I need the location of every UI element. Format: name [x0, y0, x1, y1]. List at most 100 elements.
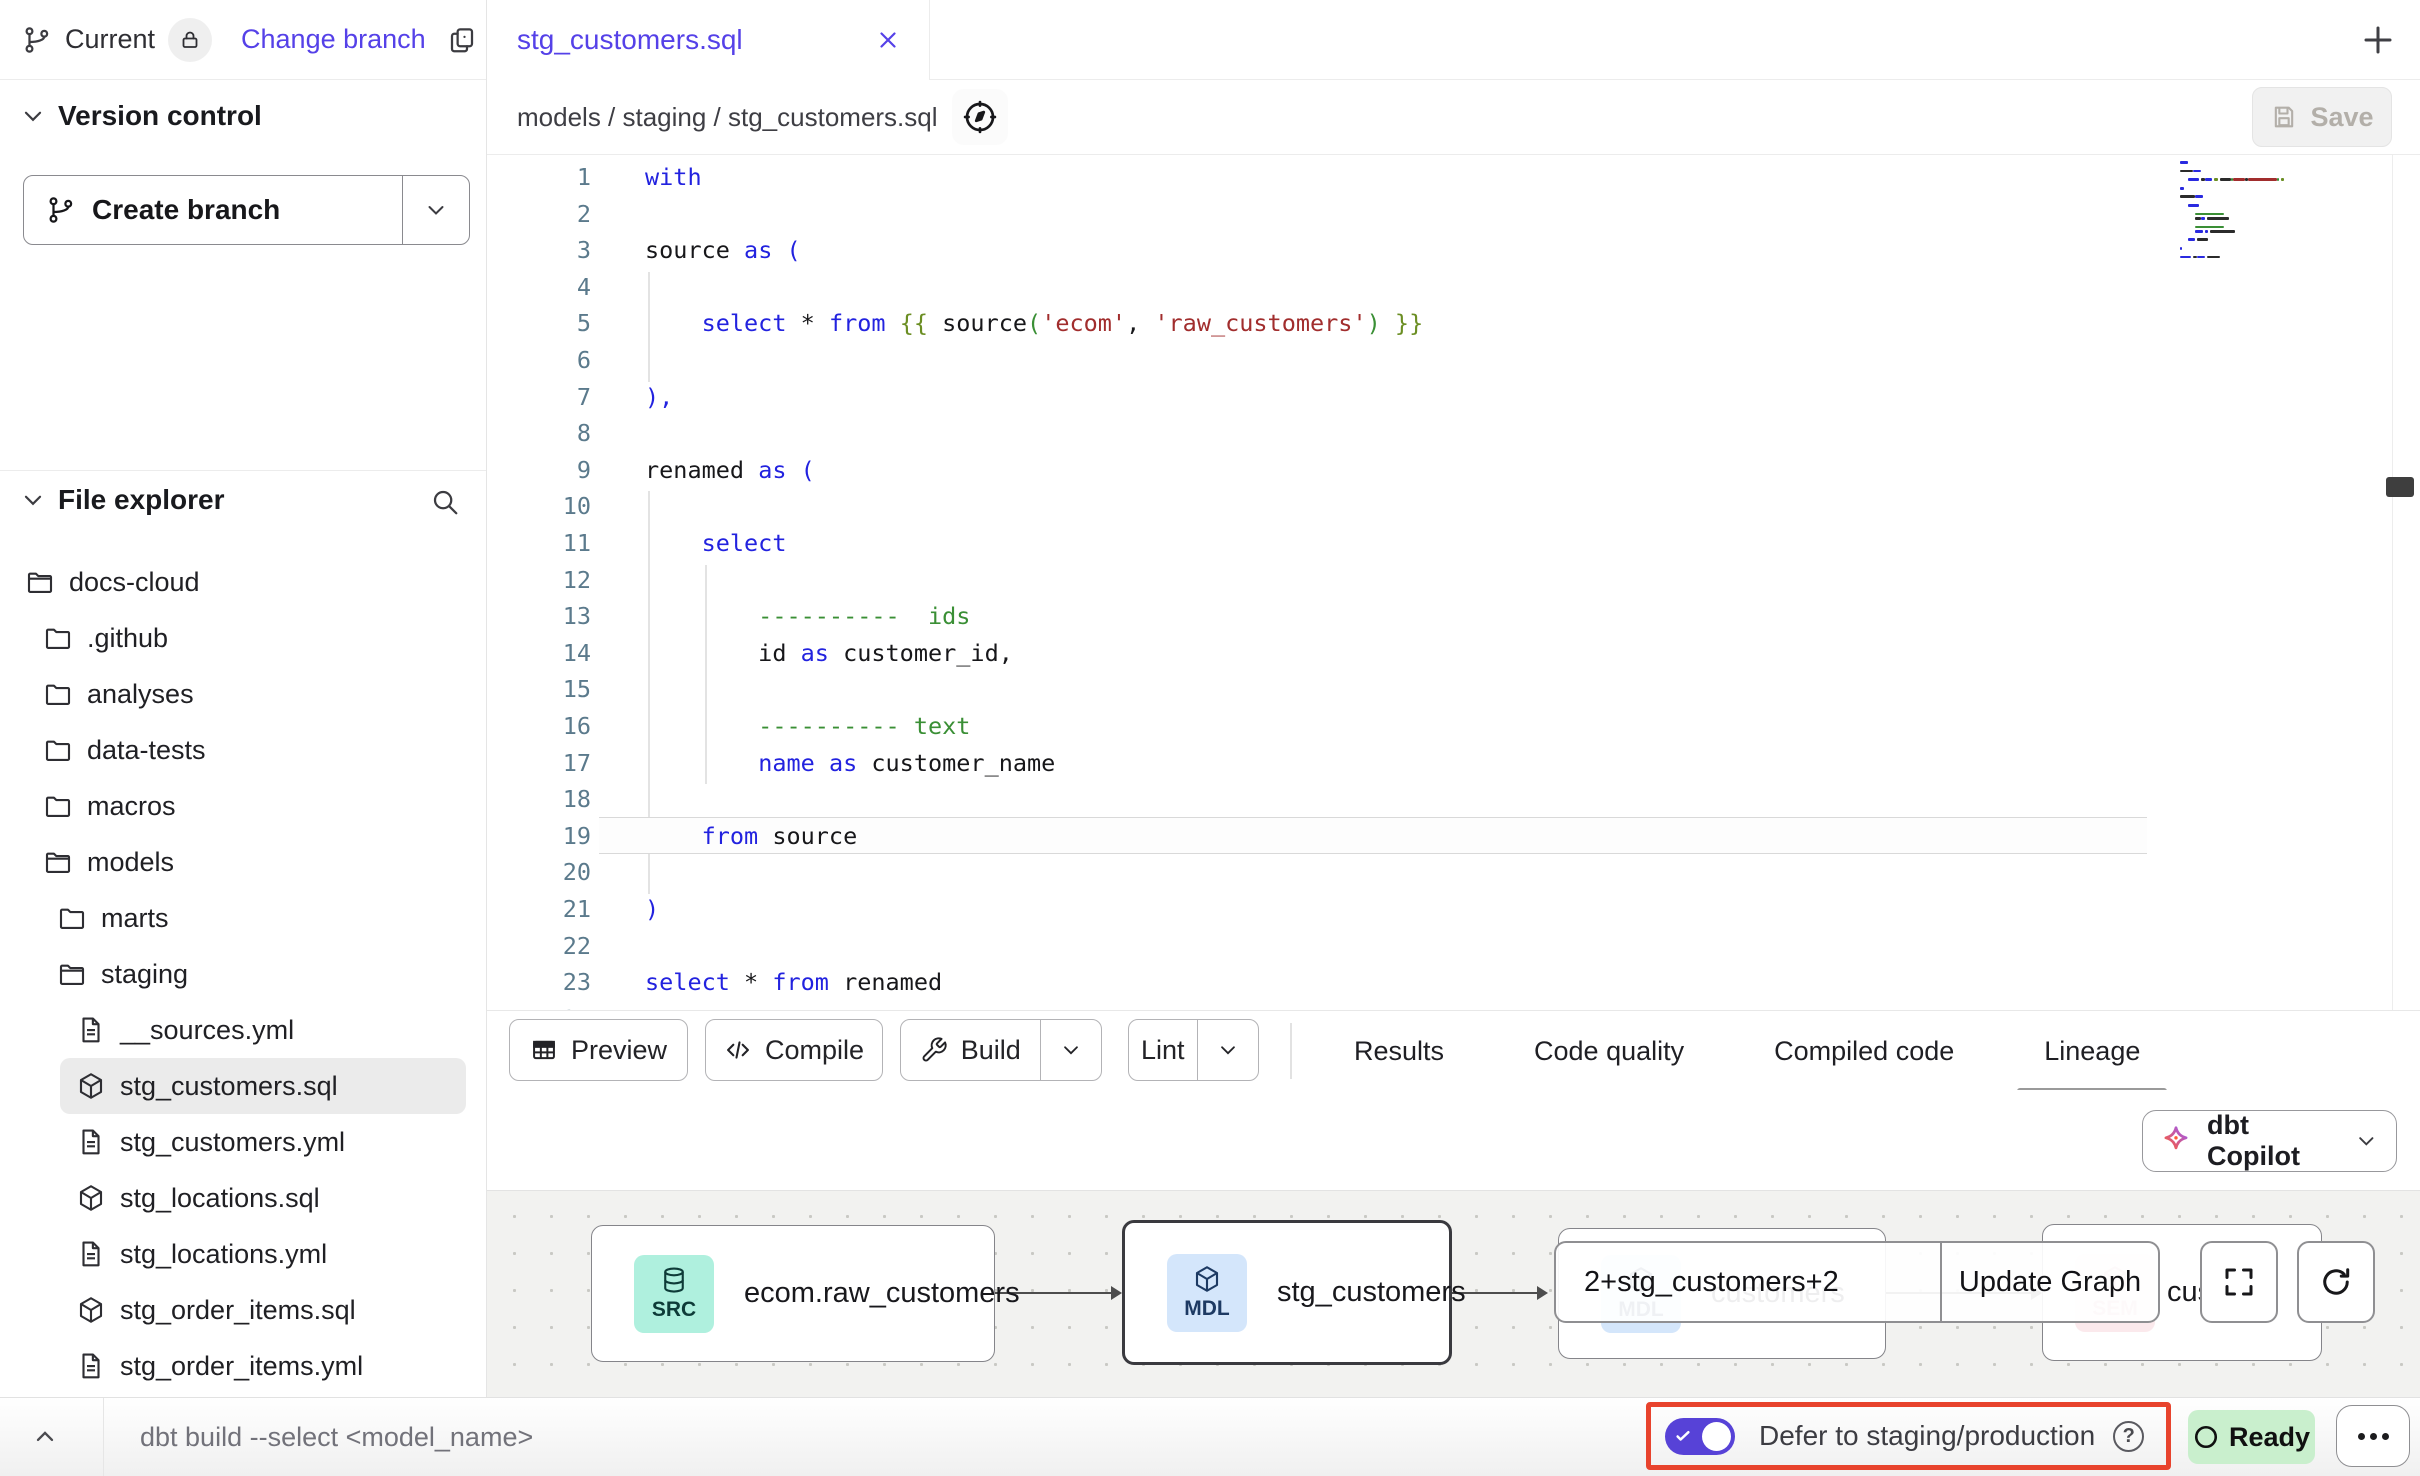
file-item[interactable]: docs-cloud [0, 554, 486, 610]
result-tabs: Results Code quality Compiled code Lineage [1307, 1011, 2167, 1091]
fullscreen-button[interactable] [2200, 1241, 2278, 1323]
code-line[interactable]: 24 [487, 1001, 2420, 1010]
code-line[interactable]: 19 from source [487, 818, 2420, 855]
lint-dropdown[interactable] [1198, 1020, 1258, 1080]
file-item[interactable]: stg_locations.sql [0, 1170, 486, 1226]
folder-icon [43, 623, 73, 653]
code-line[interactable]: 22 [487, 928, 2420, 965]
file-item-label: stg_customers.yml [120, 1127, 345, 1158]
close-icon[interactable] [875, 27, 901, 53]
code-line[interactable]: 11 select [487, 525, 2420, 562]
create-branch-dropdown[interactable] [403, 176, 469, 244]
file-item[interactable]: .github [0, 610, 486, 666]
code-line[interactable]: 20 [487, 854, 2420, 891]
code-line[interactable]: 4 [487, 269, 2420, 306]
search-icon[interactable] [430, 487, 460, 517]
code-line[interactable]: 13 ---------- ids [487, 598, 2420, 635]
line-number: 13 [487, 598, 591, 635]
file-item-label: stg_order_items.yml [120, 1351, 363, 1382]
code-line[interactable]: 8 [487, 415, 2420, 452]
lineage-selector-input[interactable]: 2+stg_customers+2 [1556, 1243, 1940, 1321]
code-line[interactable]: 21) [487, 891, 2420, 928]
code-line[interactable]: 9renamed as ( [487, 452, 2420, 489]
code-line[interactable]: 15 [487, 671, 2420, 708]
minimap-line [2180, 195, 2195, 198]
defer-toggle[interactable] [1665, 1418, 1735, 1455]
minimap-line [2220, 178, 2231, 181]
code-line[interactable]: 16 ---------- text [487, 708, 2420, 745]
minimap[interactable] [2176, 161, 2308, 271]
file-item[interactable]: marts [0, 890, 486, 946]
ide-status-button[interactable] [952, 89, 1008, 145]
file-item[interactable]: analyses [0, 666, 486, 722]
change-branch-link[interactable]: Change branch [241, 24, 426, 55]
help-icon[interactable]: ? [2113, 1421, 2144, 1452]
code-line[interactable]: 3source as ( [487, 232, 2420, 269]
refresh-button[interactable] [2297, 1241, 2375, 1323]
code-line[interactable]: 5 select * from {{ source('ecom', 'raw_c… [487, 305, 2420, 342]
preview-button[interactable]: Preview [509, 1019, 688, 1081]
tab-compiled-code[interactable]: Compiled code [1747, 1011, 1981, 1091]
minimap-line [2205, 230, 2209, 233]
file-item[interactable]: stg_order_items.sql [0, 1282, 486, 1338]
file-item[interactable]: stg_locations.yml [0, 1226, 486, 1282]
dbt-copilot-icon [2159, 1123, 2193, 1159]
code-line[interactable]: 7), [487, 379, 2420, 416]
code-text: source as ( [645, 232, 801, 269]
compass-icon [961, 98, 999, 136]
minimap-line [2201, 217, 2205, 220]
build-button[interactable]: Build [901, 1020, 1040, 1080]
folder-icon [43, 791, 73, 821]
lint-button[interactable]: Lint [1129, 1020, 1197, 1080]
lineage-node-stg-customers[interactable]: MDL stg_customers [1122, 1220, 1452, 1365]
minimap-line [2195, 213, 2224, 216]
code-line[interactable]: 10 [487, 488, 2420, 525]
ellipsis-icon [2358, 1433, 2365, 1440]
expand-command-panel-button[interactable] [14, 1414, 76, 1460]
code-line[interactable]: 12 [487, 562, 2420, 599]
build-dropdown[interactable] [1041, 1020, 1101, 1080]
tab-code-quality[interactable]: Code quality [1507, 1011, 1711, 1091]
tab-stg-customers-sql[interactable]: stg_customers.sql [487, 0, 930, 80]
command-input[interactable]: dbt build --select <model_name> [140, 1398, 533, 1476]
badge-label: SRC [652, 1298, 696, 1322]
code-line[interactable]: 17 name as customer_name [487, 745, 2420, 782]
copy-branch-button[interactable] [447, 25, 477, 55]
lineage-node-source[interactable]: SRC ecom.raw_customers [591, 1225, 995, 1362]
file-item[interactable]: macros [0, 778, 486, 834]
file-item[interactable]: stg_customers.yml [0, 1114, 486, 1170]
file-item[interactable]: data-tests [0, 722, 486, 778]
dbt-copilot-button[interactable]: dbt Copilot [2142, 1110, 2397, 1172]
update-graph-button[interactable]: Update Graph [1942, 1243, 2158, 1321]
tab-results[interactable]: Results [1327, 1011, 1471, 1091]
status-badge: Ready [2188, 1410, 2315, 1464]
code-line[interactable]: 1with [487, 159, 2420, 196]
create-branch-button[interactable]: Create branch [24, 176, 402, 244]
code-line[interactable]: 6 [487, 342, 2420, 379]
line-number: 5 [487, 305, 591, 342]
minimap-line [2207, 256, 2220, 259]
file-explorer-section[interactable]: File explorer [20, 484, 225, 516]
file-item[interactable]: stg_customers.sql [60, 1058, 466, 1114]
build-label: Build [961, 1035, 1021, 1066]
file-item[interactable]: models [0, 834, 486, 890]
lineage-canvas[interactable]: SRC ecom.raw_customers MDL stg_customers… [487, 1190, 2420, 1397]
tab-lineage[interactable]: Lineage [2017, 1011, 2167, 1091]
file-item[interactable]: staging [0, 946, 486, 1002]
scrollbar[interactable] [2386, 477, 2414, 497]
more-options-button[interactable] [2336, 1405, 2410, 1467]
file-item[interactable]: stg_order_items.yml [0, 1338, 486, 1394]
code-line[interactable]: 23select * from renamed [487, 964, 2420, 1001]
save-button[interactable]: Save [2252, 87, 2392, 147]
code-editor[interactable]: 1with23source as (45 select * from {{ so… [487, 155, 2420, 1010]
minimap-line [2277, 178, 2279, 181]
copilot-label: dbt Copilot [2207, 1110, 2341, 1172]
compile-button[interactable]: Compile [705, 1019, 883, 1081]
file-item[interactable]: __sources.yml [0, 1002, 486, 1058]
code-line[interactable]: 14 id as customer_id, [487, 635, 2420, 672]
code-line[interactable]: 18 [487, 781, 2420, 818]
branch-locked-badge [168, 18, 212, 62]
version-control-section[interactable]: Version control [20, 100, 262, 132]
new-tab-button[interactable] [2360, 22, 2396, 58]
code-line[interactable]: 2 [487, 196, 2420, 233]
